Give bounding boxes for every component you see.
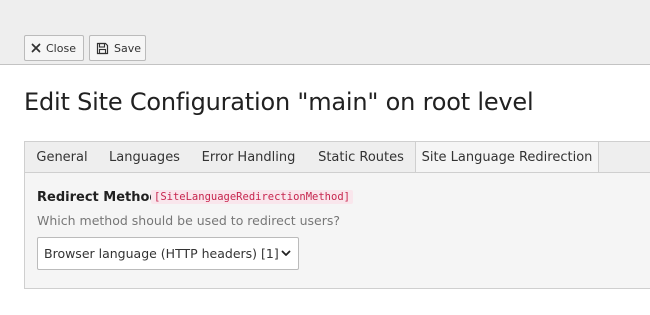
tab-panel: Redirect Method [SiteLanguageRedirection… xyxy=(24,172,650,289)
select-value: Browser language (HTTP headers) [1] xyxy=(44,246,279,261)
field-identifier-code: [SiteLanguageRedirectionMethod] xyxy=(151,190,353,204)
save-icon xyxy=(96,41,109,55)
chevron-down-icon xyxy=(280,248,292,260)
save-button[interactable]: Save xyxy=(89,35,146,61)
field-label: Redirect Method xyxy=(37,190,159,205)
close-icon xyxy=(31,41,41,55)
tab-bar: General Languages Error Handling Static … xyxy=(24,141,650,174)
close-button-label: Close xyxy=(46,41,76,55)
docheader: Close Save xyxy=(0,0,650,65)
tab-site-language-redirection[interactable]: Site Language Redirection xyxy=(415,141,599,174)
tab-languages[interactable]: Languages xyxy=(99,141,190,173)
field-description: Which method should be used to redirect … xyxy=(37,213,340,228)
redirect-method-select[interactable]: Browser language (HTTP headers) [1] xyxy=(37,237,299,270)
save-button-label: Save xyxy=(114,41,142,55)
page-title: Edit Site Configuration "main" on root l… xyxy=(24,88,534,116)
tab-error-handling[interactable]: Error Handling xyxy=(190,141,307,173)
close-button[interactable]: Close xyxy=(24,35,84,61)
tab-general[interactable]: General xyxy=(25,141,99,173)
tab-static-routes[interactable]: Static Routes xyxy=(307,141,415,173)
